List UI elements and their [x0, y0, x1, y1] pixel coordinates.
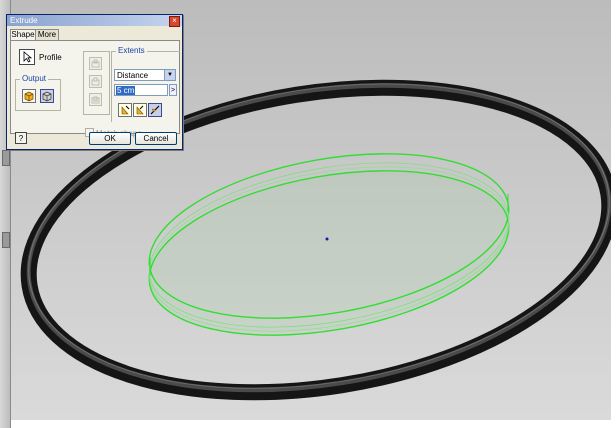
close-button[interactable]: ×: [169, 16, 180, 27]
output-solid-button[interactable]: [22, 89, 36, 103]
direction-one-icon: [121, 105, 130, 115]
output-group-title: Output: [20, 74, 49, 83]
cut-icon: [91, 77, 100, 86]
cut-button[interactable]: [89, 75, 102, 88]
cancel-label: Cancel: [143, 134, 169, 143]
panel-splitter-grip[interactable]: [2, 232, 10, 248]
help-icon: ?: [18, 134, 24, 143]
tab-label: Shape: [11, 30, 35, 39]
intersect-icon: [91, 96, 100, 104]
dialog-title: Extrude: [10, 16, 38, 25]
help-button[interactable]: ?: [15, 132, 27, 144]
close-icon: ×: [172, 16, 177, 25]
join-button[interactable]: [89, 57, 102, 70]
direction-two-icon: [136, 105, 144, 115]
shape-tab-panel: Profile Output Extents Distance ▼ 5 cm >: [10, 40, 180, 138]
dialog-titlebar[interactable]: Extrude ×: [7, 15, 182, 27]
extrude-dialog: Extrude × Shape More Profile Output Exte…: [6, 14, 183, 150]
panel-splitter-grip[interactable]: [2, 150, 10, 166]
profile-select-button[interactable]: [19, 49, 35, 65]
cancel-button[interactable]: Cancel: [135, 132, 177, 145]
extents-group-title: Extents: [116, 46, 147, 55]
center-point[interactable]: [325, 237, 329, 241]
distance-input[interactable]: 5 cm: [114, 84, 168, 96]
surface-output-icon: [42, 91, 52, 102]
direction-one-button[interactable]: [118, 103, 132, 117]
direction-symmetric-button[interactable]: [148, 103, 162, 117]
extents-type-select[interactable]: Distance ▼: [114, 69, 176, 81]
ok-button[interactable]: OK: [89, 132, 131, 145]
join-icon: [91, 59, 100, 68]
extents-type-value: Distance: [117, 71, 149, 80]
solid-output-icon: [24, 91, 34, 102]
direction-symmetric-icon: [150, 105, 160, 115]
intersect-button[interactable]: [89, 93, 102, 106]
tab-more[interactable]: More: [35, 29, 59, 40]
tab-label: More: [37, 30, 57, 39]
chevron-right-icon: >: [170, 87, 176, 94]
distance-options-button[interactable]: >: [169, 84, 177, 96]
ok-label: OK: [104, 134, 116, 143]
output-surface-button[interactable]: [40, 89, 54, 103]
distance-value: 5 cm: [116, 86, 136, 95]
profile-label: Profile: [39, 53, 62, 62]
direction-two-button[interactable]: [133, 103, 147, 117]
chevron-down-icon: ▼: [164, 70, 175, 80]
output-group: Output: [15, 74, 61, 111]
select-arrow-icon: [23, 51, 33, 63]
